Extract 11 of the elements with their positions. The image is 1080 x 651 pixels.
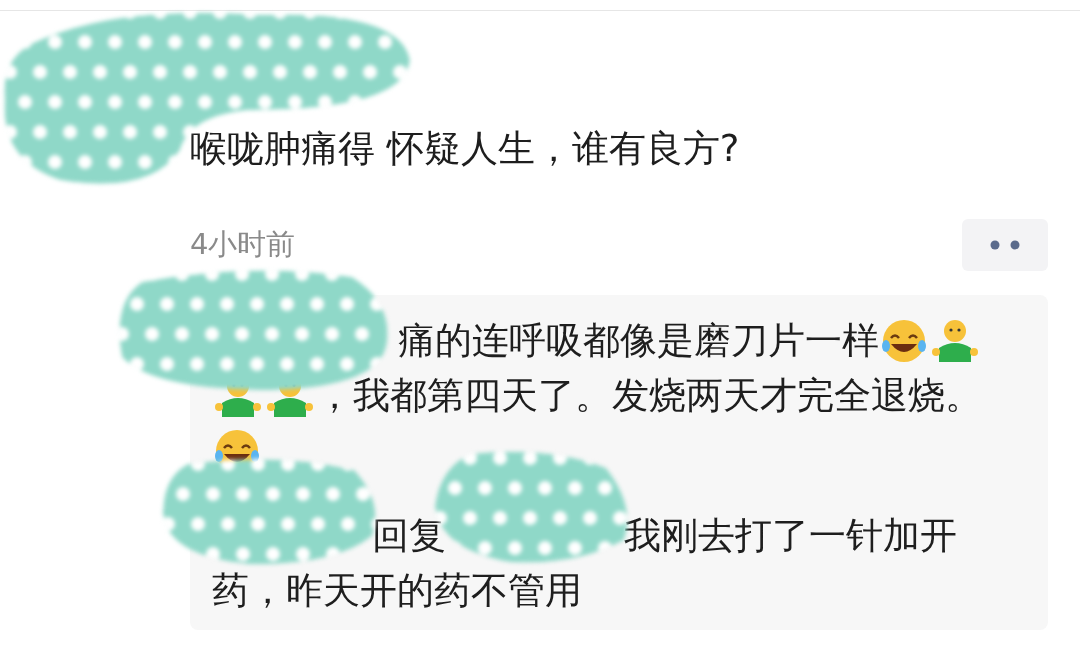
reply-label: 回复 — [372, 512, 446, 559]
person-icon — [931, 317, 979, 364]
comment-text: 我刚去打了一针加开 — [624, 512, 957, 559]
laughing-face-icon — [881, 317, 927, 364]
more-button[interactable] — [962, 219, 1048, 271]
comment-text: 药，昨天开的药不管用 — [212, 567, 582, 614]
comment-text: ，我都第四天了。发烧两天才完全退烧。 — [316, 372, 982, 419]
post-time: 4小时前 — [190, 226, 296, 263]
comment-text: 痛的连呼吸都像是磨刀片一样 — [398, 317, 879, 364]
more-icon — [989, 240, 1021, 250]
post-text: 喉咙肿痛得 怀疑人生，谁有良方? — [190, 126, 740, 172]
